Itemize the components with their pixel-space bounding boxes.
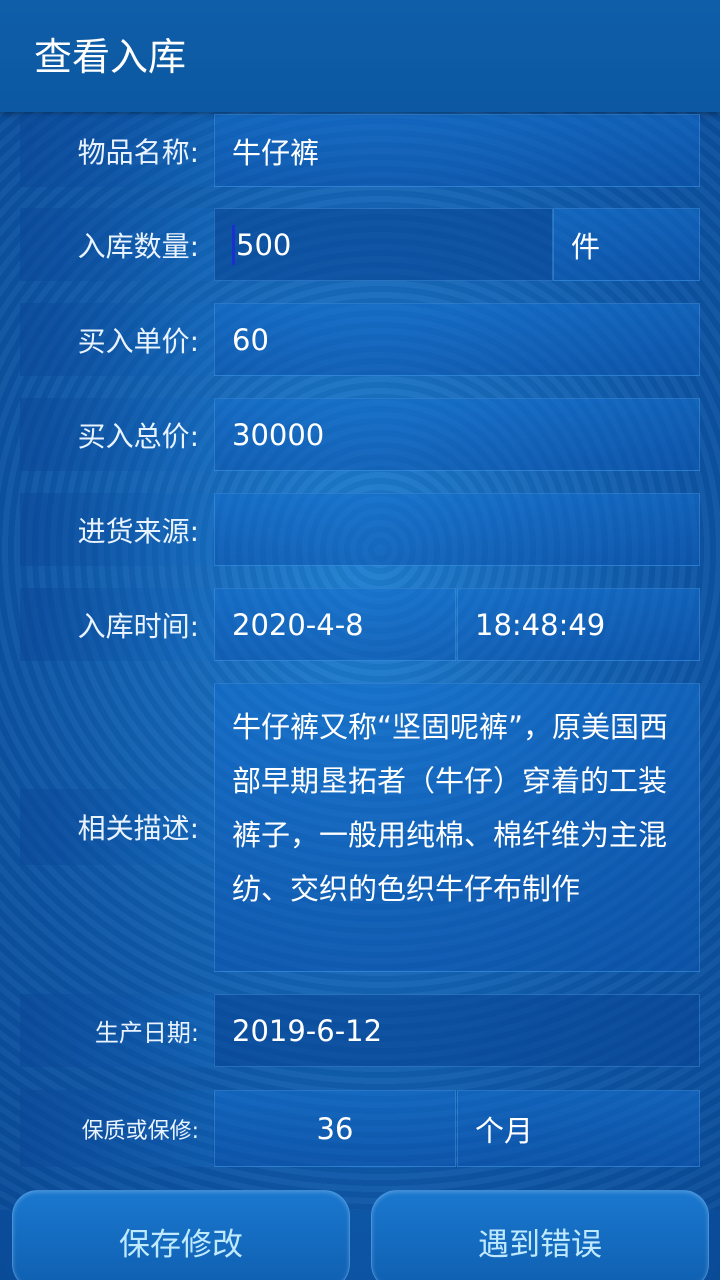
total-price-field[interactable]: 30000 bbox=[214, 398, 700, 471]
item-name-field[interactable]: 牛仔裤 bbox=[214, 114, 700, 187]
quantity-input[interactable]: 500 bbox=[214, 208, 553, 281]
warranty-unit: 个月 bbox=[457, 1090, 700, 1167]
page-title: 查看入库 bbox=[34, 35, 187, 79]
row-quantity: 入库数量: 500 件 bbox=[20, 208, 700, 281]
row-warranty: 保质或保修: 36 个月 bbox=[20, 1090, 700, 1167]
row-description: 相关描述: 牛仔裤又称“坚固呢裤”，原美国西部早期垦拓者（牛仔）穿着的工装裤子，… bbox=[20, 683, 700, 972]
production-date-label: 生产日期: bbox=[20, 994, 213, 1067]
warranty-label: 保质或保修: bbox=[20, 1090, 213, 1167]
item-name-label: 物品名称: bbox=[20, 114, 213, 187]
app-header: 查看入库 bbox=[0, 0, 720, 112]
row-unit-price: 买入单价: 60 bbox=[20, 303, 700, 376]
source-field[interactable] bbox=[214, 493, 700, 566]
unit-price-label: 买入单价: bbox=[20, 303, 213, 376]
quantity-label: 入库数量: bbox=[20, 208, 213, 281]
row-item-name: 物品名称: 牛仔裤 bbox=[20, 114, 700, 187]
stock-time-label: 入库时间: bbox=[20, 588, 213, 661]
report-error-button[interactable]: 遇到错误 bbox=[371, 1190, 709, 1280]
description-field[interactable]: 牛仔裤又称“坚固呢裤”，原美国西部早期垦拓者（牛仔）穿着的工装裤子，一般用纯棉、… bbox=[214, 683, 700, 972]
row-stock-time: 入库时间: 2020-4-8 18:48:49 bbox=[20, 588, 700, 661]
stock-date-field[interactable]: 2020-4-8 bbox=[214, 588, 456, 661]
production-date-field[interactable]: 2019-6-12 bbox=[214, 994, 700, 1067]
row-production-date: 生产日期: 2019-6-12 bbox=[20, 994, 700, 1067]
quantity-value: 500 bbox=[236, 227, 292, 262]
save-changes-button[interactable]: 保存修改 bbox=[12, 1190, 350, 1280]
description-label: 相关描述: bbox=[20, 789, 213, 865]
stock-clock-field[interactable]: 18:48:49 bbox=[457, 588, 700, 661]
total-price-label: 买入总价: bbox=[20, 398, 213, 471]
warranty-input[interactable]: 36 bbox=[214, 1090, 456, 1167]
source-label: 进货来源: bbox=[20, 493, 213, 566]
text-cursor bbox=[232, 224, 235, 265]
row-total-price: 买入总价: 30000 bbox=[20, 398, 700, 471]
quantity-unit: 件 bbox=[553, 208, 700, 281]
unit-price-field[interactable]: 60 bbox=[214, 303, 700, 376]
row-source: 进货来源: bbox=[20, 493, 700, 566]
